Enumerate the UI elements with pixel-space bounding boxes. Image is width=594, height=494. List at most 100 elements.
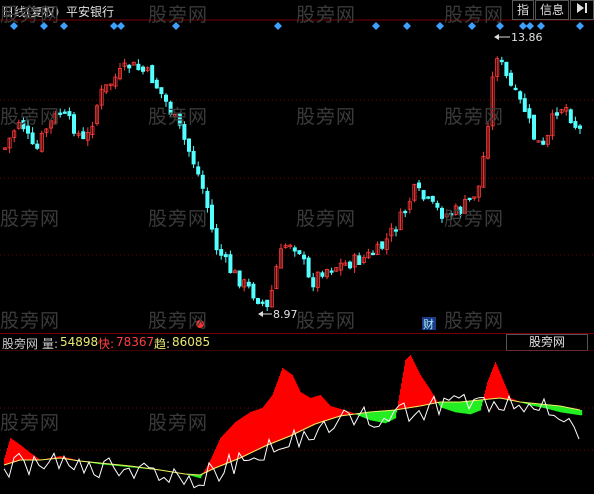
high-price-label: 13.86 [511, 31, 543, 44]
candle-down [237, 270, 242, 287]
candle-down [35, 143, 40, 149]
candle-down [467, 197, 472, 201]
candle-down [228, 254, 233, 274]
info-button[interactable]: 信息 [534, 0, 569, 20]
candle-down [159, 87, 164, 95]
indicator-header: 股旁网 量: 54898 快: 78367 趋: 86085 [0, 333, 594, 351]
candle-down [301, 254, 306, 260]
candle-down [527, 108, 532, 119]
candle-down [223, 254, 228, 258]
candle-down [297, 250, 302, 255]
candle-down [67, 111, 72, 117]
candle-down [30, 132, 35, 145]
index-button[interactable]: 指 [511, 0, 534, 20]
candle-down [150, 65, 155, 84]
fast-value: 78367 [116, 335, 155, 349]
signal-diamond-icon [110, 22, 118, 30]
watermark: 股旁网 [0, 106, 61, 128]
watermark: 股旁网 [444, 208, 505, 230]
candle-down [163, 94, 168, 102]
candle-down [393, 229, 398, 232]
trend-value: 86085 [172, 335, 211, 349]
indicator-chart[interactable] [0, 350, 594, 494]
signal-diamond-icon [519, 22, 527, 30]
watermark: 股旁网 [148, 208, 209, 230]
candle-down [62, 111, 67, 114]
collapse-right-glyph [577, 3, 587, 13]
watermark: 股旁网 [0, 4, 61, 26]
candle-down [200, 174, 205, 189]
candle-down [81, 131, 86, 140]
candle-down [508, 72, 513, 86]
finance-marker-label: 财 [423, 317, 434, 331]
signal-diamond-icon [436, 22, 444, 30]
candle-down [246, 281, 251, 287]
candle-down [186, 138, 191, 152]
candle-down [421, 190, 426, 200]
area-negative [581, 410, 583, 416]
candle-down [435, 202, 440, 208]
candle-down [541, 140, 546, 145]
candle-down [522, 98, 527, 112]
watermark: 股旁网 [0, 412, 61, 434]
candle-down [370, 252, 375, 256]
signal-diamond-icon [537, 22, 545, 30]
signal-diamond-icon [576, 22, 584, 30]
candle-down [357, 255, 362, 266]
indicator-tab[interactable]: 股旁网 [506, 334, 588, 351]
candle-down [265, 299, 270, 308]
candle-down [426, 196, 431, 199]
watermark: 股旁网 [148, 4, 209, 26]
candle-down [568, 109, 573, 124]
watermark: 股旁网 [148, 310, 209, 332]
watermark: 股旁网 [148, 412, 209, 434]
candle-down [499, 59, 504, 63]
vol-value: 54898 [60, 335, 99, 349]
watermark: 股旁网 [148, 106, 209, 128]
candle-down [196, 166, 201, 175]
candle-down [255, 298, 260, 304]
candlestick-chart[interactable]: 13.86 8.97 财 [0, 0, 594, 333]
watermark: 股旁网 [296, 208, 357, 230]
candle-down [140, 66, 145, 72]
candle-down [416, 182, 421, 189]
candle-down [214, 228, 219, 251]
watermark: 股旁网 [444, 310, 505, 332]
signal-diamond-icon [60, 22, 68, 30]
candle-down [513, 87, 518, 91]
candle-down [72, 114, 77, 134]
candle-down [191, 150, 196, 165]
candle-down [430, 195, 435, 202]
candle-down [209, 204, 214, 230]
low-arrow-icon [258, 311, 263, 317]
candle-down [154, 79, 159, 89]
signal-diamond-icon [274, 22, 282, 30]
candle-down [573, 121, 578, 128]
candle-down [260, 301, 265, 304]
watermark: 股旁网 [0, 208, 61, 230]
candle-down [219, 249, 224, 256]
watermark: 股旁网 [444, 4, 505, 26]
signal-diamond-icon [117, 22, 125, 30]
watermark: 股旁网 [296, 106, 357, 128]
candle-down [555, 112, 560, 116]
stock-name: 平安银行 [66, 5, 115, 19]
watermark: 股旁网 [296, 310, 357, 332]
watermark: 股旁网 [296, 4, 357, 26]
signal-diamond-icon [526, 22, 534, 30]
candle-down [380, 241, 385, 249]
candle-down [518, 91, 523, 100]
watermark: 股旁网 [444, 106, 505, 128]
high-arrow-icon [494, 34, 499, 40]
candle-down [320, 272, 325, 277]
candle-down [347, 261, 352, 269]
candle-down [306, 257, 311, 278]
signal-diamond-icon [372, 22, 380, 30]
candle-down [403, 210, 408, 214]
candle-down [127, 64, 132, 69]
toolbar-buttons: 指 信息 [511, 0, 594, 20]
candle-down [504, 61, 509, 77]
candle-down [532, 114, 537, 140]
collapse-right-icon[interactable] [570, 0, 594, 20]
watermark: 股旁网 [0, 310, 61, 332]
